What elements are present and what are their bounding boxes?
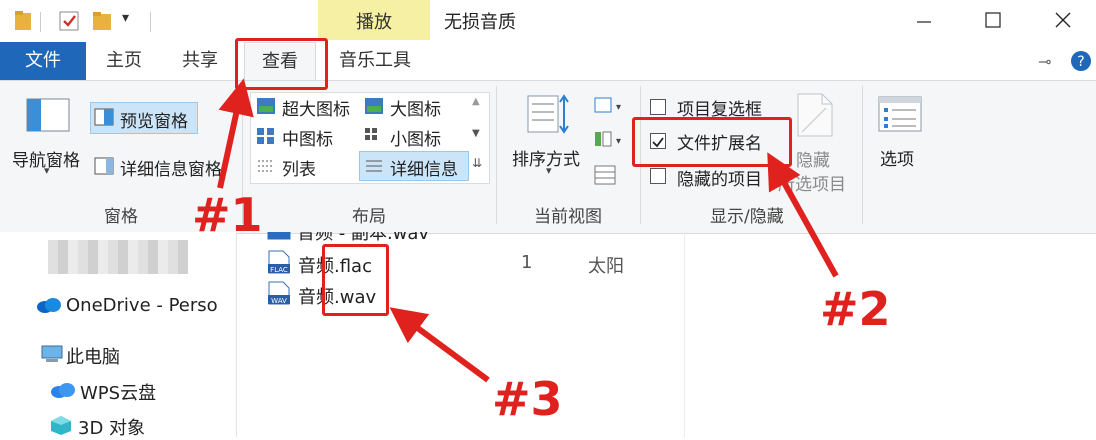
annotation-label-1: #1 bbox=[192, 188, 263, 242]
annotation-label-3: #3 bbox=[492, 372, 563, 426]
annotation-label-2: #2 bbox=[820, 282, 891, 336]
